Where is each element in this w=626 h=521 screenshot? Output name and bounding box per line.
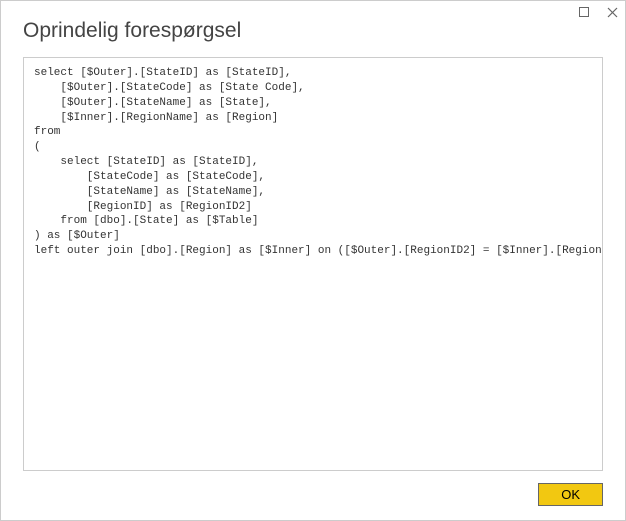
titlebar-controls: [577, 5, 619, 19]
dialog-content: Oprindelig forespørgsel select [$Outer].…: [1, 1, 625, 520]
button-row: OK: [23, 483, 603, 506]
ok-button[interactable]: OK: [538, 483, 603, 506]
dialog-title: Oprindelig forespørgsel: [23, 19, 603, 43]
query-textarea[interactable]: select [$Outer].[StateID] as [StateID], …: [23, 57, 603, 471]
close-icon[interactable]: [605, 5, 619, 19]
maximize-icon[interactable]: [577, 5, 591, 19]
